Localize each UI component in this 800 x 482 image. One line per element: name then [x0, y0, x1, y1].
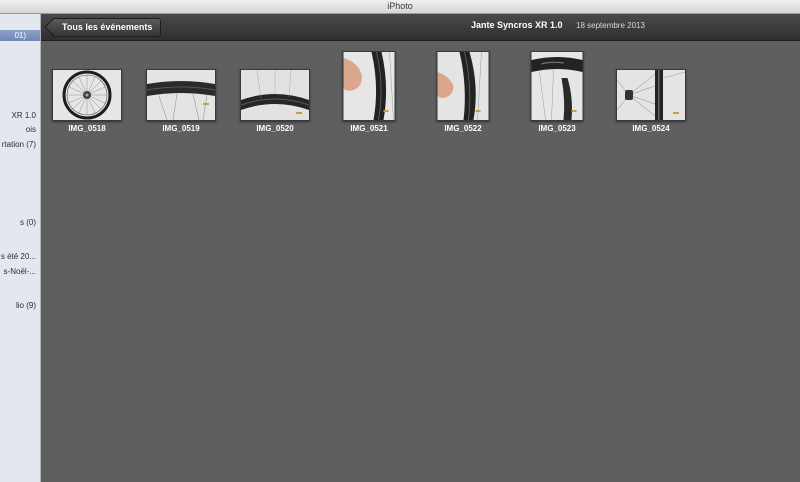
photo-name: IMG_0518: [68, 124, 106, 133]
photo-name: IMG_0519: [162, 124, 200, 133]
photo-thumbnail[interactable]: [52, 69, 122, 121]
rim-hand-icon: [437, 52, 489, 120]
sidebar-item-selected-event[interactable]: 01): [0, 30, 40, 41]
photo-name: IMG_0524: [632, 124, 670, 133]
all-events-back-button[interactable]: Tous les événements: [44, 18, 162, 37]
photo-item[interactable]: IMG_0520: [235, 51, 315, 133]
photo-thumbnail[interactable]: [342, 51, 396, 121]
event-title: Jante Syncros XR 1.0: [471, 20, 563, 30]
photo-item[interactable]: IMG_0522: [423, 51, 503, 133]
photo-grid: IMG_0518 IMG_0519 IMG_0520 IMG_0521 IMG_…: [41, 41, 800, 482]
sidebar: 01) XR 1.0 ois rtation (7) s (0) s été 2…: [0, 14, 41, 482]
back-arrow-icon: [44, 18, 62, 36]
photo-thumbnail[interactable]: [146, 69, 216, 121]
photo-item[interactable]: IMG_0521: [329, 51, 409, 133]
sidebar-item-jante[interactable]: XR 1.0: [12, 110, 36, 121]
event-date: 18 septembre 2013: [576, 21, 645, 30]
photo-name: IMG_0521: [350, 124, 388, 133]
window-titlebar: iPhoto: [0, 0, 800, 14]
photo-name: IMG_0522: [444, 124, 482, 133]
photo-thumbnail[interactable]: [616, 69, 686, 121]
event-toolbar: Tous les événements Jante Syncros XR 1.0…: [41, 14, 800, 41]
sidebar-item-vacances[interactable]: s été 20...: [1, 251, 36, 262]
rim-top-icon: [147, 70, 215, 120]
rim-curve-icon: [241, 70, 309, 120]
photo-thumbnail[interactable]: [240, 69, 310, 121]
rim-hand-icon: [343, 52, 395, 120]
sidebar-item-portfolio[interactable]: lio (9): [16, 300, 36, 311]
rim-logo-icon: [531, 52, 583, 120]
sidebar-item-noel[interactable]: s-Noël-...: [4, 266, 36, 277]
wheel-side-icon: [617, 70, 685, 120]
photo-item[interactable]: IMG_0523: [517, 51, 597, 133]
sidebar-item-albums[interactable]: s (0): [20, 217, 36, 228]
photo-thumbnail[interactable]: [436, 51, 490, 121]
photo-name: IMG_0520: [256, 124, 294, 133]
sidebar-item-mois[interactable]: ois: [26, 124, 36, 135]
photo-item[interactable]: IMG_0518: [47, 51, 127, 133]
photo-item[interactable]: IMG_0524: [611, 51, 691, 133]
all-events-label: Tous les événements: [62, 22, 153, 32]
photo-thumbnail[interactable]: [530, 51, 584, 121]
photo-name: IMG_0523: [538, 124, 576, 133]
sidebar-item-importation[interactable]: rtation (7): [2, 139, 36, 150]
window-title: iPhoto: [387, 1, 413, 11]
wheel-hub-icon: [53, 70, 121, 120]
photo-item[interactable]: IMG_0519: [141, 51, 221, 133]
